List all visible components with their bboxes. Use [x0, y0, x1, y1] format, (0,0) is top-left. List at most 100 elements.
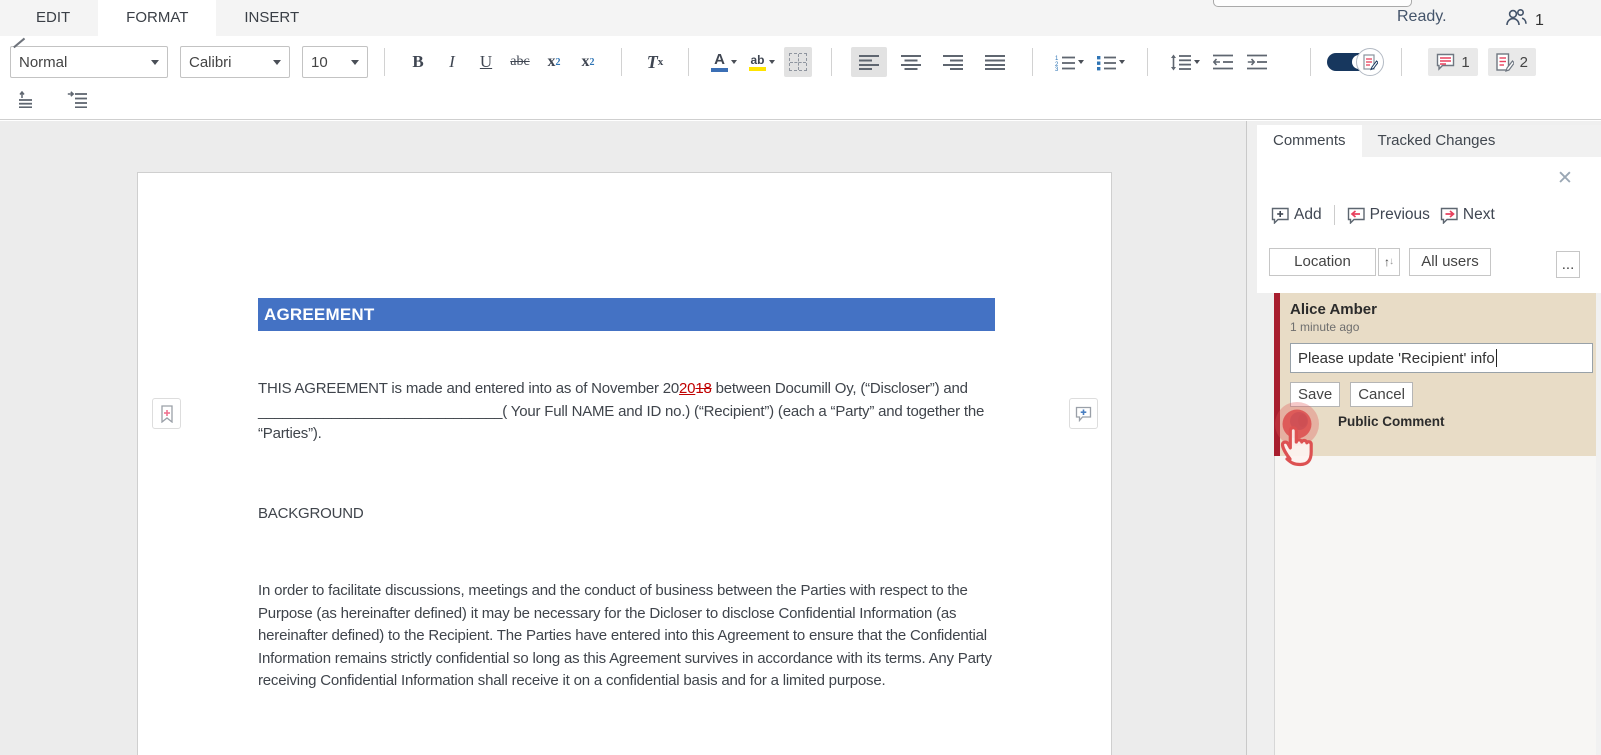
clear-formatting-x: x [658, 56, 664, 68]
toolbar-divider [1310, 48, 1311, 76]
panel-tab-comments[interactable]: Comments [1257, 125, 1362, 157]
superscript-button[interactable]: x2 [540, 47, 568, 77]
chevron-down-icon [1078, 60, 1084, 64]
line-spacing-button[interactable] [1167, 47, 1203, 77]
align-right-icon [943, 54, 963, 70]
cutoff-popup-frame [1213, 0, 1412, 7]
filter-users-select[interactable]: All users [1409, 248, 1491, 276]
previous-comment-button[interactable]: Previous [1347, 206, 1430, 224]
format-toolbar: Normal Calibri 10 B I U abc x2 x2 [0, 36, 1601, 120]
line-numbering-icon [19, 91, 39, 108]
align-right-button[interactable] [935, 47, 971, 77]
tab-insert[interactable]: INSERT [216, 0, 327, 36]
align-center-icon [901, 54, 921, 70]
comment-list-empty-area [1274, 456, 1596, 755]
save-button[interactable]: Save [1290, 382, 1340, 407]
bold-button[interactable]: B [404, 47, 432, 77]
paragraph-style-value: Normal [19, 54, 145, 71]
document-workspace: AGREEMENT THIS AGREEMENT is made and ent… [0, 121, 1246, 755]
public-comment-checkbox[interactable] [1290, 412, 1308, 430]
decrease-indent-button[interactable] [1209, 47, 1237, 77]
bullet-list-button[interactable] [1093, 47, 1128, 77]
tracked-changes-count-button[interactable]: 2 [1488, 48, 1536, 76]
chevron-down-icon [273, 60, 281, 65]
toolbar-row-2 [14, 86, 92, 112]
increase-indent-button[interactable] [1243, 47, 1271, 77]
sort-by-location-select[interactable]: Location [1269, 248, 1376, 276]
menu-tabs: EDIT FORMAT INSERT [8, 0, 327, 36]
add-comment-label: Add [1294, 206, 1322, 224]
font-family-value: Calibri [189, 54, 267, 71]
first-line-indent-icon [67, 91, 87, 108]
font-color-button[interactable]: A [708, 47, 740, 77]
panel-filters: Location ↑↓ All users [1269, 247, 1491, 276]
more-options-button[interactable]: ... [1556, 251, 1580, 278]
comment-bubble-icon [1436, 53, 1455, 71]
align-justify-button[interactable] [977, 47, 1013, 77]
comment-buttons: Save Cancel [1290, 382, 1596, 407]
bookmark-plus-icon [160, 405, 174, 423]
underline-button[interactable]: U [472, 47, 500, 77]
previous-comment-icon [1347, 207, 1366, 224]
align-left-button[interactable] [851, 47, 887, 77]
svg-text:3: 3 [1055, 67, 1059, 71]
panel-tab-tracked-changes[interactable]: Tracked Changes [1362, 125, 1512, 157]
subscript-icon: x [582, 53, 590, 71]
comments-count-button[interactable]: 1 [1428, 48, 1477, 76]
superscript-digit: 2 [556, 57, 561, 68]
tracked-insertion: 20 [679, 380, 695, 397]
decrease-indent-icon [1213, 54, 1233, 70]
tracked-changes-count: 2 [1520, 54, 1528, 71]
cancel-button[interactable]: Cancel [1350, 382, 1413, 407]
first-line-indent-button[interactable] [62, 86, 92, 112]
sort-down-icon: ↓ [1389, 256, 1394, 267]
chevron-down-icon [151, 60, 159, 65]
underline-icon: U [480, 52, 492, 72]
users-icon [1503, 6, 1529, 35]
add-comment-side-button[interactable] [1069, 398, 1098, 429]
add-bookmark-button[interactable] [152, 398, 181, 429]
toolbar-divider [831, 48, 832, 76]
superscript-icon: x [548, 53, 556, 71]
increase-indent-icon [1247, 54, 1267, 70]
document-page[interactable]: AGREEMENT THIS AGREEMENT is made and ent… [137, 172, 1112, 755]
borders-button[interactable] [784, 47, 812, 77]
document-title-bar: AGREEMENT [258, 298, 995, 331]
font-size-select[interactable]: 10 [302, 46, 368, 78]
numbered-list-button[interactable]: 123 [1052, 47, 1087, 77]
comment-input[interactable]: Please update 'Recipient' info [1290, 343, 1593, 373]
add-comment-button[interactable]: Add [1271, 206, 1322, 224]
tab-format[interactable]: FORMAT [98, 0, 216, 36]
chevron-down-icon [351, 60, 359, 65]
tracked-changes-toggle-icon [1356, 48, 1384, 76]
actions-divider [1334, 205, 1335, 225]
chevron-down-icon [1119, 60, 1125, 64]
font-family-select[interactable]: Calibri [180, 46, 290, 78]
clear-formatting-icon: T [647, 52, 658, 73]
chevron-down-icon [769, 60, 775, 64]
align-center-button[interactable] [893, 47, 929, 77]
highlight-color-button[interactable]: ab [746, 47, 778, 77]
clear-formatting-button[interactable]: Tx [641, 47, 669, 77]
toolbar-divider [1401, 48, 1402, 76]
italic-button[interactable]: I [438, 47, 466, 77]
next-comment-button[interactable]: Next [1440, 206, 1495, 224]
active-users-indicator[interactable]: 1 [1503, 6, 1544, 35]
font-size-value: 10 [311, 54, 345, 71]
subscript-button[interactable]: x2 [574, 47, 602, 77]
strikethrough-button[interactable]: abc [506, 47, 534, 77]
tracked-changes-toggle[interactable] [1327, 47, 1385, 77]
paragraph-style-select[interactable]: Normal [10, 46, 168, 78]
panel-scrollbar-track[interactable] [1596, 293, 1601, 755]
sort-direction-button[interactable]: ↑↓ [1378, 248, 1400, 276]
next-comment-icon [1440, 207, 1459, 224]
tab-edit[interactable]: EDIT [8, 0, 98, 36]
comment-card: Alice Amber 1 minute ago Please update '… [1274, 293, 1596, 456]
comment-timestamp: 1 minute ago [1290, 320, 1596, 334]
line-numbering-button[interactable] [14, 86, 44, 112]
bold-icon: B [412, 52, 423, 72]
toolbar-row-1: Normal Calibri 10 B I U abc x2 x2 [10, 45, 1274, 79]
close-panel-button[interactable]: ✕ [1557, 169, 1573, 188]
previous-comment-label: Previous [1370, 206, 1430, 224]
toolbar-divider [1147, 48, 1148, 76]
